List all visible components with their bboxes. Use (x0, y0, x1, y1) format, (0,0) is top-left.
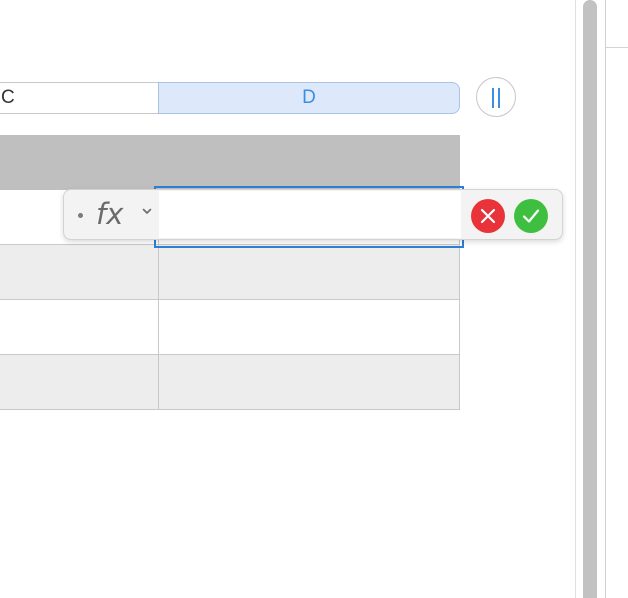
cancel-button[interactable] (471, 199, 505, 233)
fx-label: fx (96, 197, 124, 231)
pause-button[interactable] (476, 77, 516, 117)
spreadsheet-canvas: C D fx (0, 0, 575, 598)
table-row[interactable] (0, 300, 460, 355)
column-header-d-label: D (302, 87, 316, 108)
accept-button[interactable] (514, 199, 548, 233)
column-header-c-label: C (1, 87, 15, 108)
bullet-icon (78, 213, 83, 218)
scrollbar-thumb[interactable] (583, 0, 597, 598)
table-row[interactable] (0, 355, 460, 410)
side-panel-divider (606, 47, 628, 48)
formula-input[interactable] (159, 191, 461, 238)
side-panel (605, 0, 628, 598)
table-header-row[interactable] (0, 135, 460, 190)
chevron-down-icon (142, 208, 152, 214)
column-header-c[interactable]: C (0, 82, 159, 114)
table-row[interactable] (0, 245, 460, 300)
table (0, 135, 460, 410)
close-icon (480, 208, 496, 224)
checkmark-icon (522, 209, 540, 223)
column-header-d[interactable]: D (158, 82, 460, 114)
formula-editor: fx (63, 189, 563, 240)
function-menu-button[interactable]: fx (72, 190, 160, 239)
